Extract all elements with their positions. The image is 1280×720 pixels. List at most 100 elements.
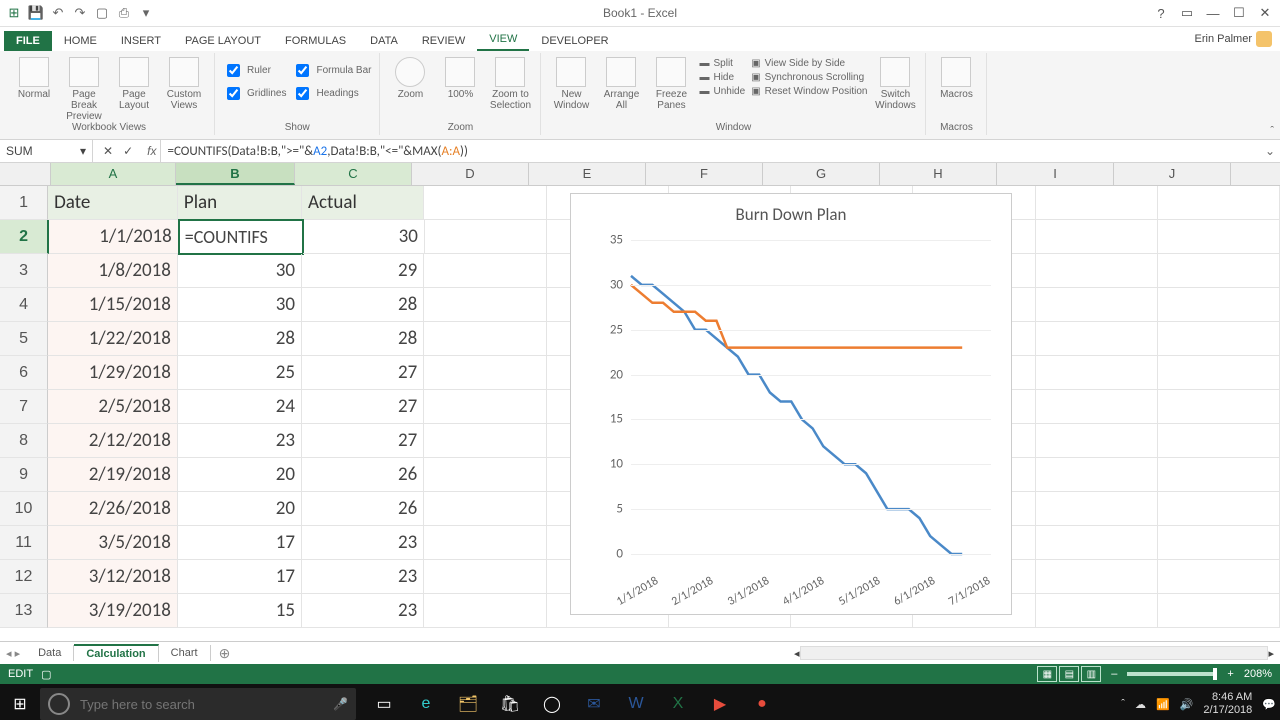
cell[interactable]: 20 [178, 458, 302, 492]
tray-up-icon[interactable]: ˆ [1121, 698, 1125, 710]
undo-icon[interactable]: ↶ [48, 3, 68, 23]
task-view-icon[interactable]: ▭ [364, 684, 404, 720]
cell[interactable]: 1/29/2018 [48, 356, 178, 390]
tab-formulas[interactable]: FORMULAS [273, 31, 358, 51]
cell[interactable] [1036, 458, 1158, 492]
custom-views-button[interactable]: Custom Views [162, 57, 206, 111]
cell[interactable] [1036, 492, 1158, 526]
cell[interactable]: 1/15/2018 [48, 288, 178, 322]
expand-formula-bar-icon[interactable]: ⌄ [1260, 144, 1280, 158]
new-window-button[interactable]: New Window [549, 57, 593, 111]
reset-position-button[interactable]: ▣ Reset Window Position [751, 85, 867, 98]
sheet-tab-chart[interactable]: Chart [159, 645, 211, 661]
zoom-slider[interactable] [1127, 672, 1217, 676]
sync-scroll-button[interactable]: ▣ Synchronous Scrolling [751, 71, 867, 84]
edge-icon[interactable]: e [406, 684, 446, 720]
cell[interactable] [1158, 254, 1280, 288]
cell[interactable] [1158, 288, 1280, 322]
minimize-icon[interactable]: — [1202, 6, 1224, 21]
cell[interactable]: 17 [178, 560, 302, 594]
row-header[interactable]: 6 [0, 356, 48, 390]
col-header-C[interactable]: C [295, 163, 412, 185]
tab-review[interactable]: REVIEW [410, 31, 477, 51]
taskbar-search[interactable]: 🎤 [40, 688, 356, 720]
cell[interactable] [424, 322, 546, 356]
cell[interactable] [424, 458, 546, 492]
cell[interactable]: 29 [302, 254, 424, 288]
media-icon[interactable]: ▶ [700, 684, 740, 720]
zoom-out-icon[interactable]: – [1111, 668, 1117, 680]
volume-icon[interactable]: 🔊 [1180, 698, 1194, 711]
redo-icon[interactable]: ↷ [70, 3, 90, 23]
cell[interactable] [1036, 254, 1158, 288]
cancel-formula-icon[interactable]: ✕ [103, 144, 113, 158]
col-header-J[interactable]: J [1114, 163, 1231, 185]
cell[interactable] [1036, 220, 1158, 254]
cell[interactable]: 25 [178, 356, 302, 390]
explorer-icon[interactable]: 🗂 [448, 684, 488, 720]
sheet-nav[interactable]: ◂ ▸ [0, 647, 26, 660]
tab-page-layout[interactable]: PAGE LAYOUT [173, 31, 273, 51]
cell[interactable]: 23 [302, 526, 424, 560]
cell[interactable]: 30 [178, 288, 302, 322]
arrange-all-button[interactable]: Arrange All [599, 57, 643, 111]
word-icon[interactable]: W [616, 684, 656, 720]
row-header[interactable]: 3 [0, 254, 48, 288]
cell[interactable] [1158, 322, 1280, 356]
tab-insert[interactable]: INSERT [109, 31, 173, 51]
mic-icon[interactable]: 🎤 [333, 697, 348, 711]
col-header-D[interactable]: D [412, 163, 529, 185]
ribbon-options-icon[interactable]: ▭ [1176, 5, 1198, 21]
col-header-B[interactable]: B [176, 163, 295, 185]
page-layout-button[interactable]: Page Layout [112, 57, 156, 111]
cell[interactable] [1036, 390, 1158, 424]
zoom-in-icon[interactable]: + [1227, 668, 1233, 680]
cell[interactable]: =COUNTIFS [179, 220, 303, 254]
cell[interactable]: 30 [303, 220, 425, 254]
cell[interactable]: 2/19/2018 [48, 458, 178, 492]
cell[interactable] [424, 594, 546, 628]
switch-windows-button[interactable]: Switch Windows [873, 57, 917, 111]
close-icon[interactable]: ✕ [1254, 5, 1276, 21]
row-header[interactable]: 13 [0, 594, 48, 628]
zoom-selection-button[interactable]: Zoom to Selection [488, 57, 532, 111]
col-header-A[interactable]: A [51, 163, 176, 185]
freeze-panes-button[interactable]: Freeze Panes [649, 57, 693, 111]
normal-view-button[interactable]: Normal [12, 57, 56, 100]
worksheet-grid[interactable]: A B C D E F G H I J 1DatePlanActual21/1/… [0, 163, 1280, 641]
fx-icon[interactable]: fx [143, 140, 161, 162]
sheet-tab-calculation[interactable]: Calculation [74, 644, 158, 662]
cell[interactable]: 15 [178, 594, 302, 628]
row-header[interactable]: 10 [0, 492, 48, 526]
save-icon[interactable]: 💾 [26, 3, 46, 23]
cell[interactable]: 23 [302, 560, 424, 594]
new-icon[interactable]: ▢ [92, 3, 112, 23]
cell[interactable]: 28 [178, 322, 302, 356]
col-header-F[interactable]: F [646, 163, 763, 185]
cell[interactable]: Date [48, 186, 178, 220]
cell[interactable]: 1/1/2018 [49, 220, 179, 254]
col-header-H[interactable]: H [880, 163, 997, 185]
cell[interactable]: Actual [302, 186, 424, 220]
cell[interactable]: 2/12/2018 [48, 424, 178, 458]
cell[interactable] [1158, 594, 1280, 628]
cell[interactable] [1158, 492, 1280, 526]
help-icon[interactable]: ? [1150, 6, 1172, 21]
cell[interactable]: 3/12/2018 [48, 560, 178, 594]
tab-developer[interactable]: DEVELOPER [529, 31, 620, 51]
row-header[interactable]: 12 [0, 560, 48, 594]
split-button[interactable]: ▬ Split [699, 57, 745, 70]
macro-record-icon[interactable]: ▢ [41, 668, 51, 681]
cell[interactable] [1158, 424, 1280, 458]
side-by-side-button[interactable]: ▣ View Side by Side [751, 57, 867, 70]
cell[interactable] [1036, 526, 1158, 560]
ruler-checkbox[interactable]: Ruler [223, 61, 286, 80]
cell[interactable] [1158, 458, 1280, 492]
view-shortcuts[interactable]: ▦▤▥ [1037, 666, 1101, 682]
cell[interactable] [1036, 186, 1158, 220]
page-break-button[interactable]: Page Break Preview [62, 57, 106, 122]
macros-button[interactable]: Macros [934, 57, 978, 100]
cell[interactable] [1036, 560, 1158, 594]
store-icon[interactable]: 🛍 [490, 684, 530, 720]
tab-file[interactable]: FILE [4, 31, 52, 51]
